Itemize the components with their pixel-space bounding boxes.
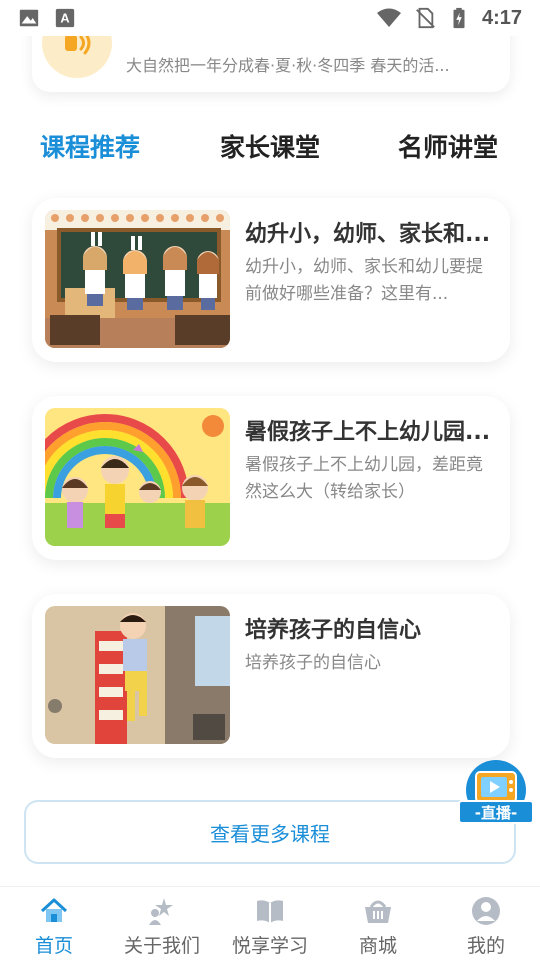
wifi-icon xyxy=(376,8,401,27)
image-icon xyxy=(19,9,39,27)
nav-label-home: 首页 xyxy=(34,935,73,957)
course-thumbnail xyxy=(45,606,230,744)
no-sim-icon xyxy=(416,7,435,29)
course-thumbnail xyxy=(45,210,230,348)
status-bar: A 4:17 xyxy=(0,0,540,36)
course-title: 幼升小，幼师、家长和... xyxy=(245,222,491,247)
nav-label-about-us: 关于我们 xyxy=(123,935,200,957)
course-description: 暑假孩子上不上幼儿园，差距竟然这么大（转给家长） xyxy=(245,455,483,502)
bottom-nav: 首页 关于我们 悦享学习 商城 我的 xyxy=(0,886,540,960)
svg-text:A: A xyxy=(60,11,69,26)
text-a-icon: A xyxy=(55,8,75,28)
audio-description: 大自然把一年分成春·夏·秋·冬四季 春天的活... xyxy=(126,56,450,75)
view-more-courses-button[interactable]: 查看更多课程 xyxy=(24,800,516,864)
star-person-icon xyxy=(149,898,173,925)
nav-item-mall[interactable]: 商城 xyxy=(324,887,432,960)
nav-item-about-us[interactable]: 关于我们 xyxy=(108,887,216,960)
course-description: 幼升小，幼师、家长和幼儿要提前做好哪些准备？这里有... xyxy=(245,257,483,304)
course-card[interactable]: 幼升小，幼师、家长和... 幼升小，幼师、家长和幼儿要提前做好哪些准备？这里有.… xyxy=(32,198,510,362)
user-icon xyxy=(472,897,500,925)
nav-item-mine[interactable]: 我的 xyxy=(432,887,540,960)
tab-parent-class[interactable]: 家长课堂 xyxy=(220,128,320,164)
course-card[interactable]: 暑假孩子上不上幼儿园... 暑假孩子上不上幼儿园，差距竟然这么大（转给家长） xyxy=(32,396,510,560)
home-icon xyxy=(40,898,68,922)
live-label: -直播- xyxy=(458,800,534,824)
nav-label-mall: 商城 xyxy=(358,935,397,957)
course-card[interactable]: 培养孩子的自信心 培养孩子的自信心 xyxy=(32,594,510,758)
book-icon xyxy=(257,900,283,923)
nav-item-enjoy-learning[interactable]: 悦享学习 xyxy=(216,887,324,960)
nav-label-enjoy-learning: 悦享学习 xyxy=(231,935,308,957)
tab-course-recommend[interactable]: 课程推荐 xyxy=(40,128,140,164)
battery-icon xyxy=(453,7,465,29)
course-title: 暑假孩子上不上幼儿园... xyxy=(245,420,491,445)
nav-item-home[interactable]: 首页 xyxy=(0,887,108,960)
category-tabs: 课程推荐 家长课堂 名师讲堂 xyxy=(0,128,540,172)
live-broadcast-button[interactable]: -直播- xyxy=(458,760,534,828)
tab-famous-teacher[interactable]: 名师讲堂 xyxy=(398,128,498,164)
course-title: 培养孩子的自信心 xyxy=(245,618,422,643)
nav-label-mine: 我的 xyxy=(466,935,505,957)
course-description: 培养孩子的自信心 xyxy=(245,653,381,673)
basket-icon xyxy=(365,900,391,923)
course-thumbnail xyxy=(45,408,230,546)
status-time: 4:17 xyxy=(481,6,522,29)
